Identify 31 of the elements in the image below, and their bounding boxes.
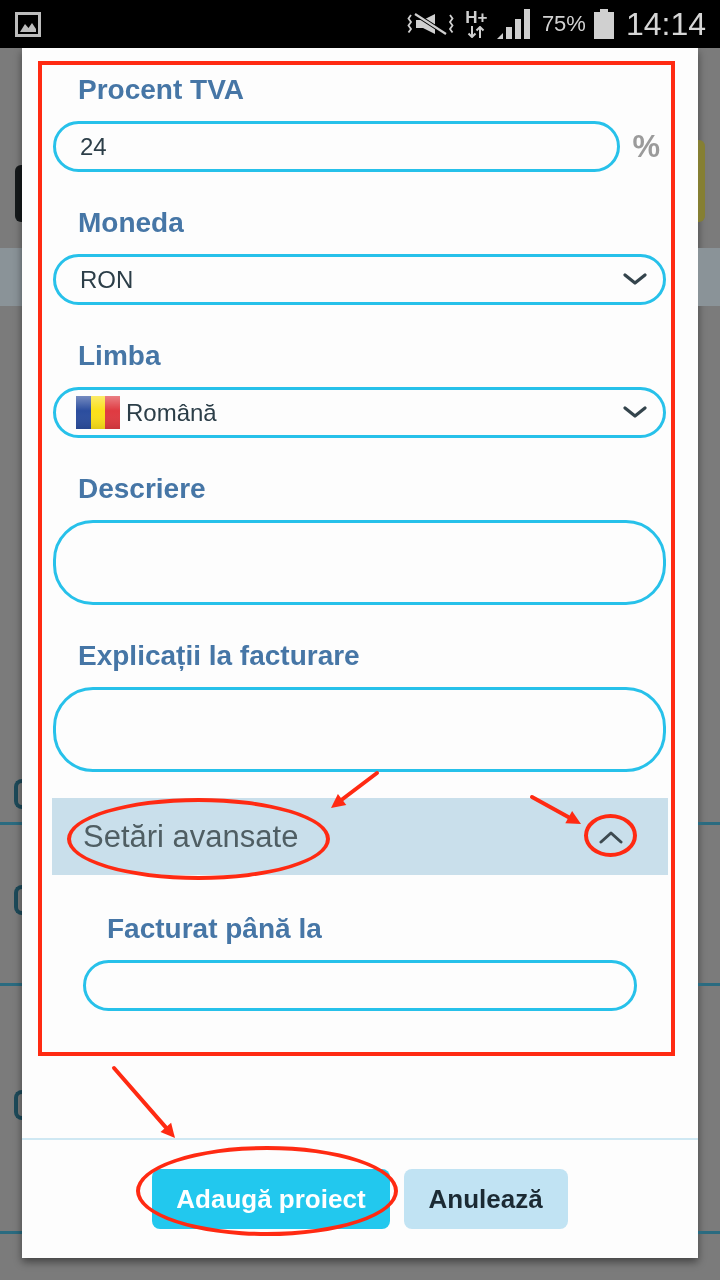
chevron-down-icon [623, 273, 647, 286]
field-label: Moneda [78, 207, 184, 239]
dropdown[interactable]: Română [53, 387, 666, 438]
network-type: H+ [465, 10, 488, 26]
dimmed-band [698, 248, 720, 306]
clock: 14:14 [625, 6, 706, 42]
chevron-down-icon [623, 406, 647, 419]
field-label: Limba [78, 340, 161, 372]
field-label: Procent TVA [78, 74, 244, 106]
field-label: Explicații la facturare [78, 640, 360, 672]
data-arrows-icon [467, 26, 486, 38]
image-icon [15, 11, 41, 37]
signal-icon [496, 9, 532, 39]
annotation-arrow [329, 770, 379, 810]
advanced-settings-toggle[interactable]: Setări avansate [52, 798, 668, 875]
cancel-button[interactable]: Anulează [403, 1169, 568, 1229]
annotation-arrow [530, 794, 583, 827]
dimmed-band [0, 248, 22, 306]
text-field[interactable]: 24 [53, 121, 621, 172]
battery-icon [593, 9, 614, 39]
vibrate-mute-icon [406, 12, 454, 36]
field-label: Facturat până la [107, 913, 322, 945]
flag-icon [76, 396, 120, 429]
dropdown[interactable]: RON [53, 254, 666, 305]
highlight-ellipse [584, 814, 637, 857]
text-field[interactable] [83, 960, 637, 1011]
unit-label: % [632, 128, 660, 165]
field-label: Descriere [78, 473, 206, 505]
dimmed-card-edge [15, 165, 22, 222]
chevron-up-icon [599, 829, 623, 844]
battery-percent: 75% [541, 11, 586, 37]
